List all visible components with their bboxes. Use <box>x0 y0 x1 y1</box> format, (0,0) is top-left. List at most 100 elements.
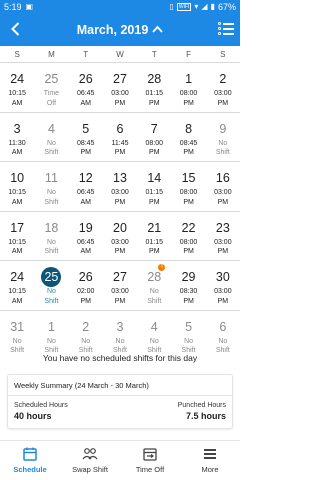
calendar-day[interactable]: 13 03:00 PM <box>103 162 137 211</box>
calendar-day[interactable]: 14 01:15 PM <box>137 162 171 211</box>
calendar-day[interactable]: 9 No Shift <box>206 113 240 162</box>
day-number: 4 <box>47 121 55 136</box>
nav-schedule[interactable]: Schedule <box>0 441 60 480</box>
shift-info-line2: AM <box>80 99 91 107</box>
shift-info-line1: No <box>12 337 22 345</box>
day-number: 7 <box>150 121 158 136</box>
day-number: 13 <box>113 171 127 186</box>
calendar-day[interactable]: 23 03:00 PM <box>206 212 240 261</box>
calendar-day[interactable]: 1 08:00 PM <box>171 63 205 112</box>
calendar-day[interactable]: 7 08:00 PM <box>137 113 171 162</box>
calendar-day[interactable]: 30 03:00 PM <box>206 261 240 310</box>
shift-info-line1: No <box>81 337 91 345</box>
day-number: 25 <box>41 267 62 288</box>
shift-info-line1: 08:00 <box>145 139 164 147</box>
calendar-day[interactable]: 8 08:45 PM <box>171 113 205 162</box>
calendar-week-row: 24 10:15 AM 25 Time Off 26 06:45 AM 27 03:00 PM 28 01… <box>0 62 240 112</box>
signal-icon: ◢ <box>201 2 208 11</box>
day-number: 12 <box>78 171 93 186</box>
calendar-day[interactable]: 18 No Shift <box>34 212 68 261</box>
calendar-day-selected[interactable]: 25 No Shift <box>34 261 68 310</box>
day-number: 24 <box>10 270 25 285</box>
calendar-day[interactable]: 26 06:45 AM <box>69 63 103 112</box>
day-number: 6 <box>219 319 227 334</box>
punched-hours-label: Punched Hours <box>177 402 226 409</box>
calendar-day[interactable]: 10 10:15 AM <box>0 162 34 211</box>
weekday-label: W <box>116 49 124 59</box>
shift-info-line1: 06:45 <box>76 238 95 246</box>
calendar-day[interactable]: 2 03:00 PM <box>206 63 240 112</box>
calendar-day[interactable]: 16 03:00 PM <box>206 162 240 211</box>
weekday-label: T <box>83 49 89 59</box>
calendar-day[interactable]: 3 11:30 AM <box>0 113 34 162</box>
bottom-navigation: Schedule Swap Shift Time Off More <box>0 440 240 480</box>
calendar-day[interactable]: 24 10:15 AM <box>0 63 34 112</box>
day-number: 3 <box>13 121 21 136</box>
nav-time-off[interactable]: Time Off <box>120 441 180 480</box>
scheduled-hours-value: 40 hours <box>14 411 52 421</box>
day-number: 22 <box>181 220 196 235</box>
calendar-day[interactable]: 5 08:45 PM <box>69 113 103 162</box>
nav-more-label: More <box>201 465 219 474</box>
shift-info-line1: 02:00 <box>76 288 95 296</box>
nav-swap-shift[interactable]: Swap Shift <box>60 441 120 480</box>
shift-info-line1: No <box>46 238 56 246</box>
calendar-week-row: 24 10:15 AM 25 No Shift 26 02:00 PM 27 03:00 PM 28 No… <box>0 260 240 310</box>
day-number: 27 <box>113 270 127 285</box>
calendar-day[interactable]: 6 11:45 PM <box>103 113 137 162</box>
shift-info-line1: 01:15 <box>145 189 164 197</box>
month-selector[interactable]: March, 2019 <box>77 23 164 37</box>
shift-info-line1: No <box>46 288 56 296</box>
calendar-day[interactable]: 28 No Shift! <box>137 261 171 310</box>
weekday-label: T <box>151 49 157 59</box>
month-title: March, 2019 <box>76 23 149 37</box>
wifi-icon: ▾ <box>194 2 199 11</box>
weekday-label: M <box>48 49 55 59</box>
back-arrow-icon[interactable] <box>6 19 26 39</box>
calendar-day[interactable]: 19 06:45 AM <box>69 212 103 261</box>
shift-info-line2: AM <box>11 149 23 157</box>
calendar-day[interactable]: 4 No Shift <box>34 113 68 162</box>
list-view-icon[interactable] <box>218 21 234 37</box>
calendar-day[interactable]: 20 03:00 PM <box>103 212 137 261</box>
calendar-day[interactable]: 11 No Shift <box>34 162 68 211</box>
calendar-day[interactable]: 15 08:00 PM <box>171 162 205 211</box>
calendar-day[interactable]: 29 08:30 PM <box>171 261 205 310</box>
weekday-header: S M T W T F S <box>0 46 240 62</box>
calendar-week-row: 10 10:15 AM 11 No Shift 12 06:45 AM 13 03:00 PM 14 01… <box>0 161 240 211</box>
shift-info-line1: 03:00 <box>214 189 232 197</box>
shift-info-line1: 11:30 <box>8 139 26 147</box>
shift-info-line1: 08:00 <box>179 238 198 246</box>
nav-swap-shift-label: Swap Shift <box>72 465 108 474</box>
shift-info-line1: 10:15 <box>8 288 26 296</box>
day-number: 5 <box>185 319 193 334</box>
calendar-day[interactable]: 28 01:15 PM <box>137 63 171 112</box>
weekday-label: S <box>14 49 20 59</box>
no-shifts-message: You have no scheduled shifts for this da… <box>42 353 198 363</box>
day-number: 23 <box>215 220 230 235</box>
calendar-day[interactable]: 21 01:15 PM <box>137 212 171 261</box>
calendar-day[interactable]: 27 03:00 PM <box>103 63 137 112</box>
shift-info-line2: PM <box>149 149 160 157</box>
shift-info-line1: No <box>46 139 56 147</box>
day-number: 31 <box>10 319 25 334</box>
shift-info-line1: No <box>184 337 194 345</box>
calendar-day[interactable]: 26 02:00 PM <box>69 261 103 310</box>
shift-info-line1: 10:15 <box>8 189 26 197</box>
weekly-summary-card: Weekly Summary (24 March - 30 March) Sch… <box>7 374 233 429</box>
shift-info-line1: 06:45 <box>76 189 95 197</box>
calendar-day[interactable]: 12 06:45 AM <box>69 162 103 211</box>
calendar-day[interactable]: 25 Time Off <box>34 63 68 112</box>
calendar-day[interactable]: 17 10:15 AM <box>0 212 34 261</box>
calendar-day[interactable]: 24 10:15 AM <box>0 261 34 310</box>
shift-info-line2: PM <box>217 248 229 256</box>
weekday-label: S <box>220 49 226 59</box>
shift-info-line2: PM <box>149 99 160 107</box>
day-number: 11 <box>44 171 58 186</box>
day-number: 27 <box>113 72 127 86</box>
nav-more[interactable]: More <box>180 441 240 480</box>
calendar-day[interactable]: 27 03:00 PM <box>103 261 137 310</box>
day-number: 26 <box>78 270 93 285</box>
calendar-day[interactable]: 22 08:00 PM <box>171 212 205 261</box>
day-number: 29 <box>181 270 196 285</box>
